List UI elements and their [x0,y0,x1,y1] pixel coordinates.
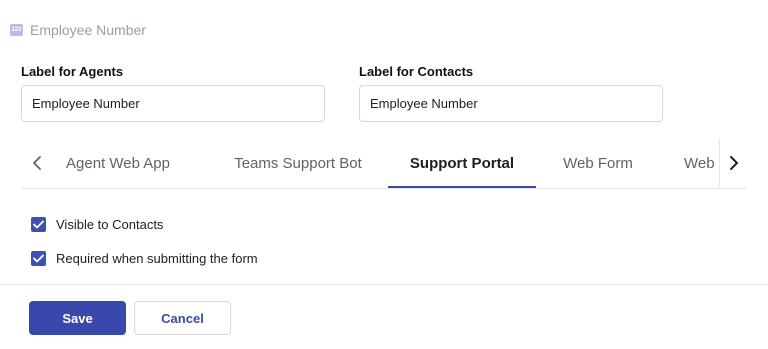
visible-to-contacts-label: Visible to Contacts [56,216,164,232]
field-header: 123 Employee Number [10,20,146,40]
channel-tabs: Agent Web App Teams Support Bot Support … [21,139,748,189]
agents-label-input[interactable] [21,85,325,122]
agents-label-title: Label for Agents [21,64,124,79]
number-field-icon: 123 [10,24,23,36]
contacts-label-title: Label for Contacts [359,64,474,79]
contacts-label-group: Label for Contacts [359,64,663,122]
field-name: Employee Number [30,22,146,38]
tab-web-form[interactable]: Web Form [563,139,633,187]
portal-options: Visible to Contacts Required when submit… [31,213,258,281]
required-checkbox[interactable] [31,250,46,266]
visible-to-contacts-option: Visible to Contacts [31,213,258,235]
tab-support-portal[interactable]: Support Portal [388,139,536,188]
contacts-label-input[interactable] [359,85,663,122]
tab-teams-support-bot[interactable]: Teams Support Bot [221,139,375,187]
chevron-left-icon[interactable] [23,139,51,187]
tab-web[interactable]: Web [684,139,715,187]
cancel-button[interactable]: Cancel [134,301,231,335]
tab-agent-web-app[interactable]: Agent Web App [55,139,181,187]
required-label: Required when submitting the form [56,250,258,266]
footer-divider [0,284,768,285]
agents-label-group: Label for Agents [21,64,325,122]
save-button[interactable]: Save [29,301,126,335]
visible-to-contacts-checkbox[interactable] [31,216,46,232]
required-option: Required when submitting the form [31,247,258,269]
tab-viewport: Agent Web App Teams Support Bot Support … [55,139,719,188]
chevron-right-icon[interactable] [719,139,748,187]
